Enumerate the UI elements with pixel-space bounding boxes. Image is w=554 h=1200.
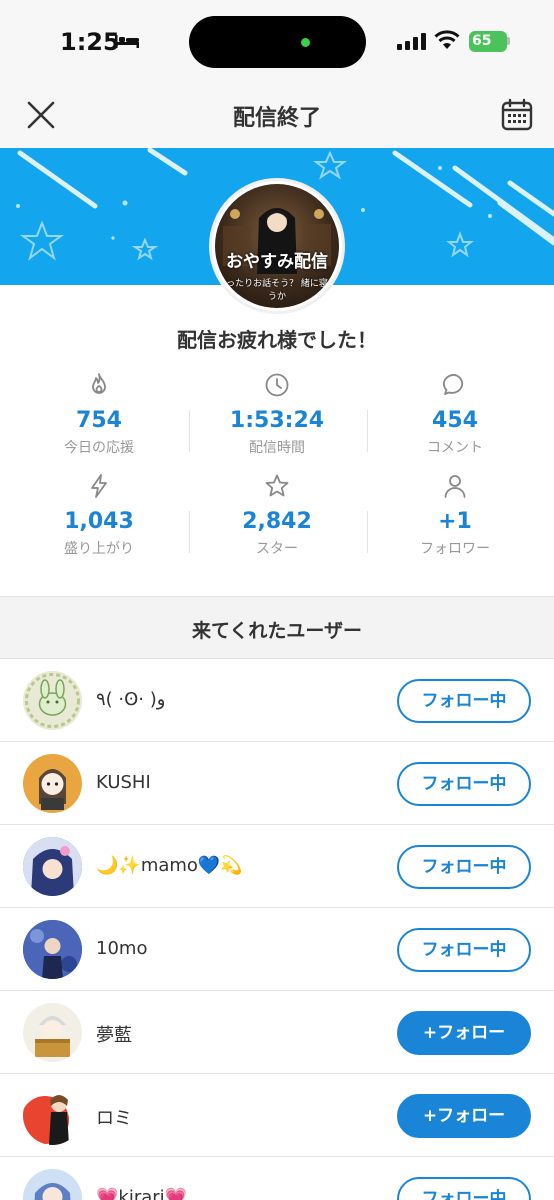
avatar[interactable] [23,1169,82,1200]
comment-icon [443,374,464,395]
avatar-subcaption: ゆったりお話そう？ 緒に寝ようか [217,279,337,302]
follow-button[interactable]: +フォロー [397,1094,531,1138]
status-time: 1:25 [60,28,120,56]
avatar[interactable] [23,837,82,896]
stat-value: 2,842 [242,509,312,534]
dynamic-island [189,16,366,68]
avatar-caption: おやすみ配信 [226,252,328,272]
stat-value: 1,043 [64,509,134,534]
camera-indicator [301,38,310,47]
stat-excitement: 1,043 盛り上がり [9,473,189,558]
following-button[interactable]: フォロー中 [397,679,531,723]
avatar[interactable] [23,754,82,813]
stat-label: 盛り上がり [64,541,134,557]
calendar-button[interactable] [500,98,534,132]
user-name: 10mo [96,938,148,959]
stat-stars: 2,842 スター [187,473,367,558]
stat-value: 1:53:24 [229,408,325,433]
follow-button[interactable]: +フォロー [397,1011,531,1055]
stat-cheers: 754 今日の応援 [9,372,189,457]
signal-icon [397,33,426,50]
list-item[interactable]: KUSHI フォロー中 [0,742,554,825]
bed-icon [115,35,139,48]
user-name: 💗kirari💗 [96,1187,188,1200]
following-button[interactable]: フォロー中 [397,1177,531,1200]
stat-label: フォロワー [420,541,490,557]
list-item[interactable]: 💗kirari💗 フォロー中 [0,1157,554,1200]
flame-icon [92,373,106,394]
battery-tip [507,37,510,45]
wifi-icon [434,30,460,49]
following-button[interactable]: フォロー中 [397,845,531,889]
avatar[interactable] [23,1003,82,1062]
section-title: 来てくれたユーザー [191,620,363,642]
list-item[interactable]: 夢藍 +フォロー [0,991,554,1074]
clock-icon [265,373,289,397]
user-name: ٩( ·ʘ· )و [96,689,166,710]
list-item[interactable]: ٩( ·ʘ· )و フォロー中 [0,659,554,742]
list-item[interactable]: ロミ +フォロー [0,1074,554,1157]
visitors-section-header: 来てくれたユーザー [0,596,554,659]
battery-indicator: 65 [469,31,507,52]
stat-label: スター [256,541,298,557]
stat-comments: 454 コメント [365,372,545,457]
header: 配信終了 [0,82,554,148]
list-item[interactable]: 🌙✨mamo💙💫 フォロー中 [0,825,554,908]
status-bar: 1:25 65 [0,0,554,82]
stat-label: 配信時間 [249,440,305,456]
stat-followers: +1 フォロワー [365,473,545,558]
list-item[interactable]: 10mo フォロー中 [0,908,554,991]
stat-stream-time: 1:53:24 配信時間 [187,372,367,457]
user-name: 🌙✨mamo💙💫 [96,855,243,876]
avatar[interactable] [23,1086,82,1145]
visitor-list: ٩( ·ʘ· )و フォロー中 KUSHI フォロー中 🌙✨mamo💙💫 フォロ… [0,659,554,1200]
person-icon [444,475,466,498]
stat-value: 754 [76,408,122,433]
stat-label: 今日の応援 [64,440,134,456]
stat-value: 454 [432,408,478,433]
star-icon [265,474,289,497]
avatar[interactable] [23,671,82,730]
page-title: 配信終了 [232,106,321,131]
streamer-avatar: おやすみ配信 ゆったりお話そう？ 緒に寝ようか [215,184,339,308]
following-button[interactable]: フォロー中 [397,762,531,806]
stat-value: +1 [438,509,472,534]
avatar[interactable] [23,920,82,979]
user-name: KUSHI [96,772,151,793]
user-name: ロミ [96,1108,132,1129]
stat-label: コメント [427,440,483,456]
following-button[interactable]: フォロー中 [397,928,531,972]
lightning-icon [91,474,107,498]
greeting-text: 配信お疲れ様でした！ [177,328,377,352]
user-name: 夢藍 [96,1025,132,1046]
